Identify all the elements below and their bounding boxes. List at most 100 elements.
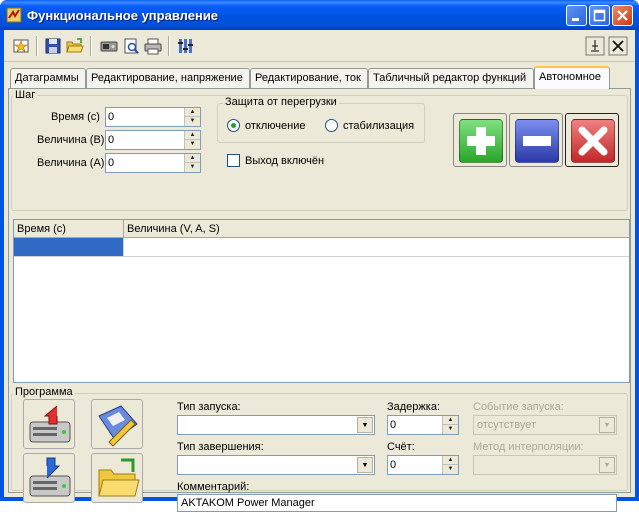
app-window: Функциональное управление Датаграммы Ред… (0, 0, 639, 512)
minimize-button[interactable] (566, 5, 587, 26)
tab-datagrams[interactable]: Датаграммы (10, 68, 86, 88)
start-event-label: Событие запуска: (473, 401, 564, 413)
program-group-title: Программа (13, 386, 75, 398)
time-spinner[interactable]: 0 ▲ ▼ (105, 107, 201, 127)
delay-label: Задержка: (387, 401, 441, 413)
open-folder-icon[interactable] (66, 37, 84, 55)
dropdown-arrow-icon[interactable]: ▼ (357, 457, 373, 473)
voltage-spinner[interactable]: 0 ▲ ▼ (105, 130, 201, 150)
plus-icon (467, 127, 495, 155)
delay-spinner[interactable]: 0 ▲ ▼ (387, 415, 459, 435)
tab-table-editor[interactable]: Табличный редактор функций (368, 68, 534, 88)
toolbar-separator (90, 36, 92, 56)
floppy-edit-icon (98, 405, 138, 447)
interpolation-select[interactable]: ▼ (473, 455, 617, 475)
row-divider (14, 256, 629, 257)
remove-step-button[interactable] (509, 113, 563, 167)
save-icon[interactable] (44, 37, 62, 55)
dropdown-arrow-icon[interactable]: ▼ (599, 457, 615, 473)
delete-all-button[interactable] (565, 113, 619, 167)
protection-stab-label[interactable]: стабилизация (343, 120, 414, 132)
start-type-select[interactable]: ▼ (177, 415, 375, 435)
add-step-button[interactable] (453, 113, 507, 167)
comment-label: Комментарий: (177, 481, 250, 493)
new-star-icon[interactable] (12, 37, 30, 55)
spin-up-icon[interactable]: ▲ (443, 456, 458, 465)
table-row-selected[interactable] (14, 238, 123, 256)
tab-edit-current[interactable]: Редактирование, ток (250, 68, 368, 88)
spin-up-icon[interactable]: ▲ (185, 108, 200, 117)
close-icon (617, 10, 628, 21)
spin-down-icon[interactable]: ▼ (185, 140, 200, 149)
column-header-value[interactable]: Величина (V, A, S) (124, 220, 629, 238)
cross-icon (578, 126, 608, 156)
current-spinner[interactable]: 0 ▲ ▼ (105, 153, 201, 173)
count-spinner[interactable]: 0 ▲ ▼ (387, 455, 459, 475)
dropdown-arrow-icon[interactable]: ▼ (357, 417, 373, 433)
protection-stab-radio[interactable] (325, 119, 338, 132)
window-title: Функциональное управление (27, 8, 219, 23)
save-program-button[interactable] (91, 399, 143, 449)
print-icon[interactable] (144, 37, 162, 55)
step-group-title: Шаг (13, 89, 38, 101)
tab-edit-voltage[interactable]: Редактирование, напряжение (86, 68, 250, 88)
protection-group-title: Защита от перегрузки (223, 96, 339, 108)
table-header: Время (с) Величина (V, A, S) (14, 220, 629, 238)
time-value: 0 (108, 111, 115, 123)
column-header-time[interactable]: Время (с) (14, 220, 124, 238)
preview-icon[interactable] (122, 37, 140, 55)
settings-icon[interactable] (176, 37, 194, 55)
toolbar-separator (36, 36, 38, 56)
voltage-label: Величина (В) (37, 134, 105, 146)
spin-down-icon[interactable]: ▼ (443, 465, 458, 474)
device-icon[interactable] (100, 37, 118, 55)
pin-icon[interactable] (585, 36, 605, 56)
protection-off-radio[interactable] (227, 119, 240, 132)
end-type-select[interactable]: ▼ (177, 455, 375, 475)
device-upload-icon (29, 457, 71, 497)
device-download-icon (29, 405, 71, 443)
autonomous-panel: Шаг Время (с) 0 ▲ ▼ Величина (В) 0 ▲ ▼ Вел… (8, 88, 631, 512)
close-button[interactable] (612, 5, 633, 26)
maximize-icon (593, 9, 606, 22)
toolbar (4, 30, 635, 62)
start-event-select[interactable]: отсутствует ▼ (473, 415, 617, 435)
voltage-value: 0 (108, 134, 115, 146)
folder-open-icon (98, 458, 140, 497)
comment-value: AKTAKOM Power Manager (181, 497, 315, 509)
client-area: Датаграммы Редактирование, напряжение Ре… (4, 30, 635, 512)
current-label: Величина (А) (37, 157, 105, 169)
interpolation-label: Метод интерполяции: (473, 441, 584, 453)
delay-value: 0 (390, 419, 397, 431)
minimize-icon (572, 18, 579, 21)
spin-down-icon[interactable]: ▼ (185, 163, 200, 172)
end-type-label: Тип завершения: (177, 441, 264, 453)
open-program-button[interactable] (91, 453, 143, 503)
title-bar[interactable]: Функциональное управление (0, 0, 639, 30)
count-value: 0 (390, 459, 397, 471)
time-label: Время (с) (51, 111, 100, 123)
minus-icon (523, 136, 551, 146)
upload-program-button[interactable] (23, 399, 75, 449)
steps-table[interactable]: Время (с) Величина (V, A, S) (13, 219, 630, 383)
protection-off-label[interactable]: отключение (245, 120, 305, 132)
download-program-button[interactable] (23, 453, 75, 503)
app-icon (6, 7, 22, 23)
output-enabled-checkbox[interactable] (227, 154, 240, 167)
start-event-value: отсутствует (477, 419, 537, 431)
spin-up-icon[interactable]: ▲ (185, 154, 200, 163)
start-type-label: Тип запуска: (177, 401, 241, 413)
tab-autonomous[interactable]: Автономное (534, 66, 610, 89)
output-enabled-label[interactable]: Выход включён (245, 155, 324, 167)
spin-down-icon[interactable]: ▼ (185, 117, 200, 126)
row-divider (123, 238, 124, 256)
comment-input[interactable]: AKTAKOM Power Manager (177, 494, 617, 512)
maximize-button[interactable] (589, 5, 610, 26)
current-value: 0 (108, 157, 115, 169)
spin-up-icon[interactable]: ▲ (185, 131, 200, 140)
spin-up-icon[interactable]: ▲ (443, 416, 458, 425)
spin-down-icon[interactable]: ▼ (443, 425, 458, 434)
dropdown-arrow-icon[interactable]: ▼ (599, 417, 615, 433)
close-panel-icon[interactable] (608, 36, 628, 56)
count-label: Счёт: (387, 441, 415, 453)
